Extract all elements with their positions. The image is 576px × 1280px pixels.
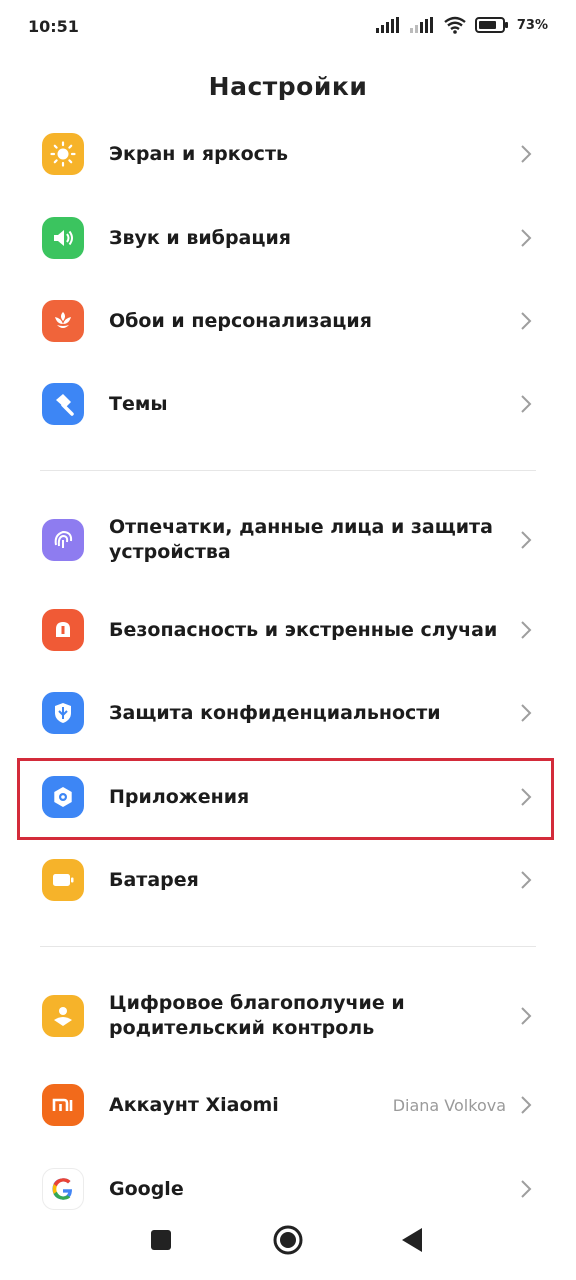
back-button[interactable] (390, 1218, 434, 1262)
recents-icon (151, 1230, 171, 1250)
privacy-shield-icon (42, 692, 84, 734)
settings-item-safety[interactable]: Безопасность и экстренные случаи (0, 588, 576, 672)
xiaomi-icon (42, 1084, 84, 1126)
speaker-icon (42, 217, 84, 259)
settings-item-label: Батарея (109, 868, 199, 891)
settings-item-label: Google (109, 1177, 184, 1200)
settings-item-fingerprints[interactable]: Отпечатки, данные лица и защита устройст… (0, 498, 576, 582)
chevron-right-icon (521, 1007, 532, 1025)
brush-icon (42, 383, 84, 425)
settings-item-xiaomi-account[interactable]: Аккаунт Xiaomi Diana Volkova (0, 1063, 576, 1147)
page-title: Настройки (208, 72, 368, 101)
section-divider (40, 946, 536, 947)
settings-item-label: Защита конфиденциальности (109, 701, 441, 724)
settings-item-label: Отпечатки, данные лица и защита устройст… (109, 516, 493, 563)
battery-status-icon (474, 17, 508, 33)
settings-item-wallpaper[interactable]: Обои и персонализация (0, 279, 576, 363)
wifi-icon (444, 16, 466, 34)
settings-item-themes[interactable]: Темы (0, 362, 576, 446)
section-divider (40, 470, 536, 471)
battery-icon (42, 859, 84, 901)
home-button[interactable] (266, 1218, 310, 1262)
settings-item-label: Звук и вибрация (109, 226, 291, 249)
chevron-right-icon (521, 871, 532, 889)
status-time: 10:51 (28, 17, 79, 36)
settings-item-label: Безопасность и экстренные случаи (109, 618, 498, 641)
chevron-right-icon (521, 704, 532, 722)
recents-button[interactable] (139, 1218, 183, 1262)
chevron-right-icon (521, 395, 532, 413)
settings-item-display[interactable]: Экран и яркость (0, 112, 576, 196)
chevron-right-icon (521, 531, 532, 549)
signal-icon-2 (409, 17, 433, 33)
settings-item-battery[interactable]: Батарея (0, 838, 576, 922)
chevron-right-icon (521, 145, 532, 163)
apps-gear-icon (42, 776, 84, 818)
settings-item-label: Обои и персонализация (109, 309, 372, 332)
status-bar: 10:51 73% (0, 0, 576, 58)
settings-item-privacy[interactable]: Защита конфиденциальности (0, 671, 576, 755)
settings-item-sound[interactable]: Звук и вибрация (0, 196, 576, 280)
fingerprint-icon (42, 519, 84, 561)
account-name: Diana Volkova (392, 1095, 506, 1115)
chevron-right-icon (521, 1096, 532, 1114)
chevron-right-icon (521, 788, 532, 806)
settings-item-apps[interactable]: Приложения (0, 755, 576, 839)
settings-item-label: Темы (109, 392, 168, 415)
home-icon (273, 1225, 303, 1255)
chevron-right-icon (521, 621, 532, 639)
status-icons: 73% (367, 16, 548, 34)
signal-icon (375, 17, 399, 33)
chevron-right-icon (521, 1180, 532, 1198)
flower-icon (42, 300, 84, 342)
emergency-icon (42, 609, 84, 651)
back-icon (402, 1228, 422, 1252)
settings-item-wellbeing[interactable]: Цифровое благополучие и родительский кон… (0, 974, 576, 1058)
settings-item-label: Цифровое благополучие и родительский кон… (109, 992, 405, 1039)
wellbeing-icon (42, 995, 84, 1037)
chevron-right-icon (521, 229, 532, 247)
sun-icon (42, 133, 84, 175)
chevron-right-icon (521, 312, 532, 330)
settings-item-label: Экран и яркость (109, 142, 288, 165)
settings-item-label: Приложения (109, 785, 250, 808)
navigation-bar (0, 1200, 576, 1280)
battery-percent: 73% (516, 17, 548, 33)
